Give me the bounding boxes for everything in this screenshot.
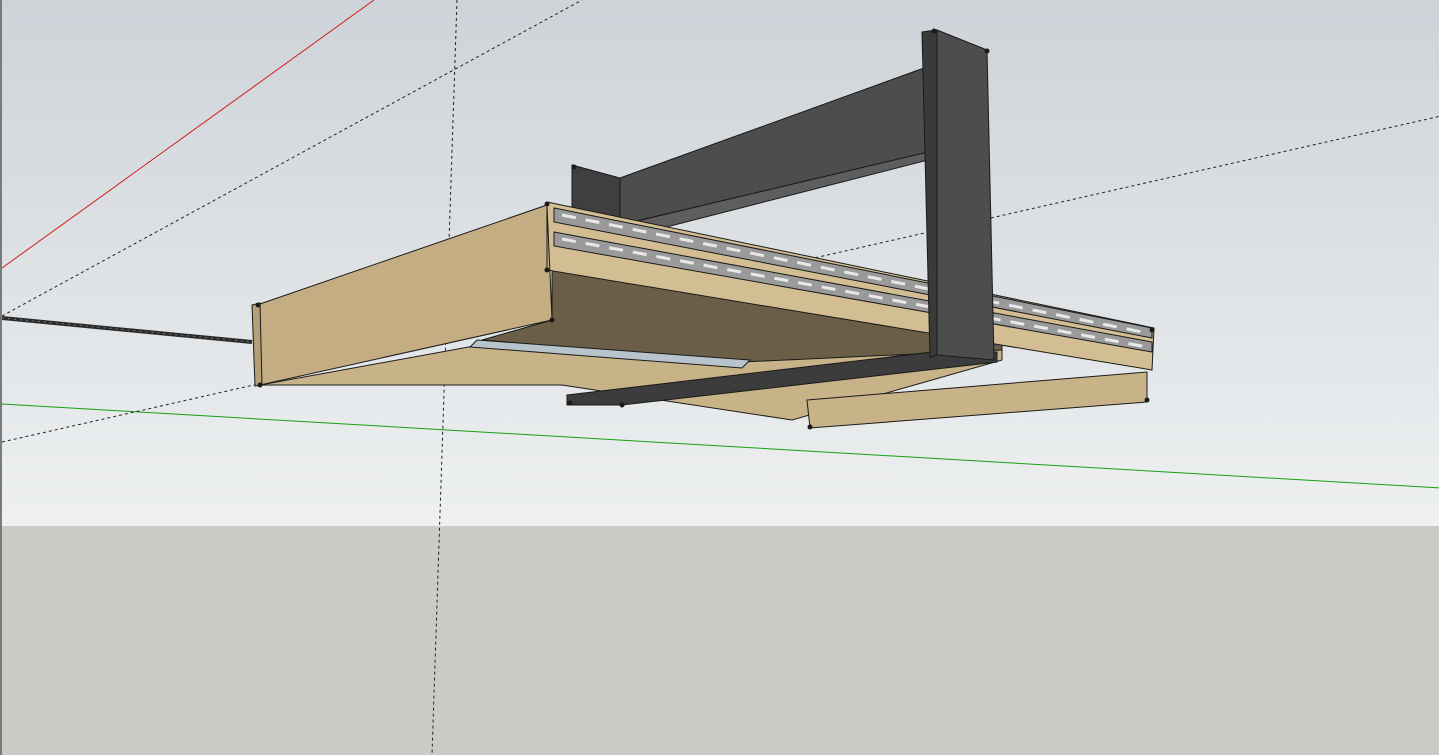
sketchup-3d-viewport[interactable] xyxy=(0,0,1439,755)
ground-plane xyxy=(2,526,1439,755)
model-scene[interactable] xyxy=(2,0,1439,755)
